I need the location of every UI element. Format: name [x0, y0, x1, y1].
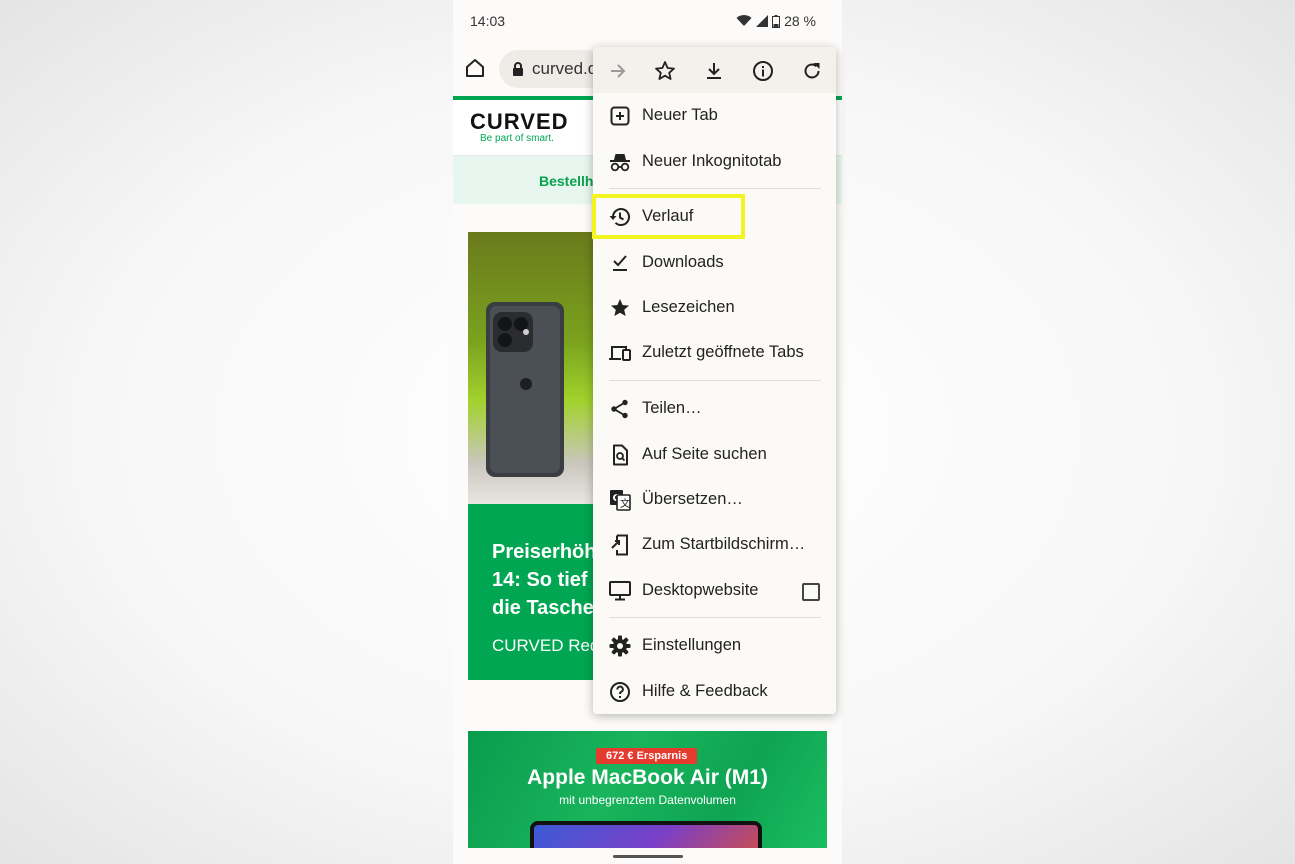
menu-item-label: Hilfe & Feedback [642, 682, 768, 700]
bookmark-star-icon [611, 299, 629, 316]
svg-text:文: 文 [620, 497, 630, 510]
home-icon [466, 59, 484, 77]
menu-item-label: Downloads [642, 253, 724, 271]
find-in-page-icon [613, 444, 628, 466]
menu-divider [609, 617, 821, 618]
gesture-handle[interactable] [613, 855, 683, 858]
menu-item-label: Auf Seite suchen [642, 445, 767, 463]
incognito-icon [610, 154, 630, 172]
menu-item-label: Übersetzen… [642, 490, 743, 508]
menu-item-bookmarks[interactable]: Lesezeichen [593, 288, 836, 328]
home-button[interactable] [463, 56, 489, 82]
menu-item-new-incognito-tab[interactable]: Neuer Inkognitotab [593, 142, 836, 182]
menu-item-label: Teilen… [642, 399, 702, 417]
new-tab-icon [610, 106, 630, 126]
battery-icon [772, 14, 781, 28]
lock-icon [513, 62, 523, 76]
desktop-icon [609, 581, 631, 601]
download-button[interactable] [702, 59, 726, 83]
menu-item-recent-tabs[interactable]: Zuletzt geöffnete Tabs [593, 333, 836, 373]
status-indicators: 28 % [736, 13, 816, 29]
signal-icon [756, 15, 769, 27]
ad-subtitle: mit unbegrenztem Datenvolumen [559, 793, 736, 807]
menu-item-label: Zuletzt geöffnete Tabs [642, 343, 804, 361]
page-info-button[interactable] [751, 59, 775, 83]
desktop-site-checkbox[interactable] [802, 583, 820, 601]
settings-gear-icon [609, 635, 631, 657]
info-icon [753, 61, 773, 81]
battery-percent: 28 % [784, 13, 816, 29]
menu-item-help-feedback[interactable]: Hilfe & Feedback [593, 672, 836, 712]
logo-wordmark: CURVED [470, 109, 569, 134]
forward-arrow-icon [611, 64, 626, 78]
star-outline-icon [655, 61, 675, 80]
downloads-check-icon [613, 255, 627, 271]
menu-item-label: Zum Startbildschirm… [642, 535, 806, 553]
gesture-nav-bar [453, 848, 842, 864]
menu-item-share[interactable]: Teilen… [593, 389, 836, 429]
curved-logo[interactable]: CURVED Be part of smart. [470, 109, 569, 145]
status-time: 14:03 [470, 13, 506, 29]
reload-button[interactable] [800, 59, 824, 83]
menu-item-add-to-home[interactable]: Zum Startbildschirm… [593, 525, 836, 565]
menu-item-label: Einstellungen [642, 636, 742, 654]
ad-title: Apple MacBook Air (M1) [527, 766, 768, 789]
forward-button[interactable] [606, 59, 630, 83]
menu-item-label: Neuer Tab [642, 106, 718, 124]
help-icon [610, 682, 630, 702]
browser-overflow-menu: Neuer Tab Neuer Inkognitotab Verlauf Dow… [593, 47, 836, 714]
share-icon [611, 399, 628, 419]
menu-item-new-tab[interactable]: Neuer Tab [593, 96, 836, 136]
add-to-home-icon [611, 534, 628, 556]
menu-item-desktop-site[interactable]: Desktopwebsite [593, 571, 836, 611]
wifi-icon [736, 15, 752, 26]
translate-icon: G文 [610, 490, 631, 511]
menu-item-settings[interactable]: Einstellungen [593, 626, 836, 666]
menu-divider [609, 188, 821, 189]
menu-divider [609, 380, 821, 381]
menu-item-label: Neuer Inkognitotab [642, 152, 782, 170]
menu-action-row [593, 47, 836, 93]
menu-item-find-in-page[interactable]: Auf Seite suchen [593, 435, 836, 475]
ad-banner[interactable]: 672 € Ersparnis Apple MacBook Air (M1) m… [468, 731, 827, 864]
menu-item-label: Lesezeichen [642, 298, 735, 316]
menu-item-downloads[interactable]: Downloads [593, 243, 836, 283]
menu-item-label: Desktopwebsite [642, 581, 759, 599]
logo-tagline: Be part of smart. [480, 133, 554, 144]
bookmark-button[interactable] [653, 59, 677, 83]
ad-savings-badge: 672 € Ersparnis [596, 748, 698, 764]
status-bar: 14:03 28 % [453, 0, 842, 42]
devices-icon [609, 346, 631, 361]
highlight-annotation [592, 194, 745, 239]
menu-item-translate[interactable]: G文 Übersetzen… [593, 480, 836, 520]
download-icon [707, 63, 721, 79]
reload-icon [804, 63, 820, 79]
